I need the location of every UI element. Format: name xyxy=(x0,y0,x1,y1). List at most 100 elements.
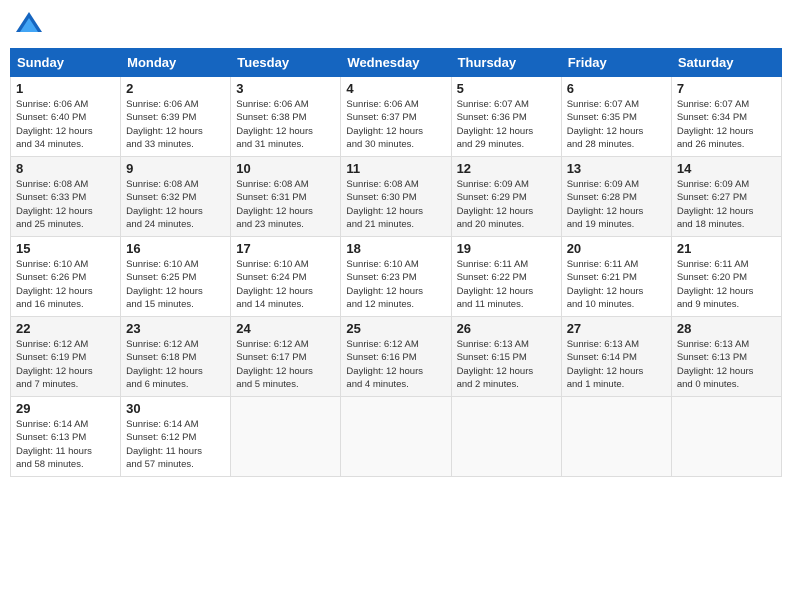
day-info: Sunrise: 6:09 AM Sunset: 6:27 PM Dayligh… xyxy=(677,179,754,230)
day-info: Sunrise: 6:06 AM Sunset: 6:40 PM Dayligh… xyxy=(16,99,93,150)
calendar-cell: 28 Sunrise: 6:13 AM Sunset: 6:13 PM Dayl… xyxy=(671,317,781,397)
calendar-cell: 25 Sunrise: 6:12 AM Sunset: 6:16 PM Dayl… xyxy=(341,317,451,397)
calendar-cell: 24 Sunrise: 6:12 AM Sunset: 6:17 PM Dayl… xyxy=(231,317,341,397)
day-number: 24 xyxy=(236,321,335,336)
day-info: Sunrise: 6:11 AM Sunset: 6:22 PM Dayligh… xyxy=(457,259,534,310)
day-header-tuesday: Tuesday xyxy=(231,49,341,77)
calendar-week-3: 15 Sunrise: 6:10 AM Sunset: 6:26 PM Dayl… xyxy=(11,237,782,317)
calendar-cell: 29 Sunrise: 6:14 AM Sunset: 6:13 PM Dayl… xyxy=(11,397,121,477)
day-header-thursday: Thursday xyxy=(451,49,561,77)
day-number: 29 xyxy=(16,401,115,416)
day-info: Sunrise: 6:12 AM Sunset: 6:18 PM Dayligh… xyxy=(126,339,203,390)
day-number: 3 xyxy=(236,81,335,96)
day-info: Sunrise: 6:14 AM Sunset: 6:13 PM Dayligh… xyxy=(16,419,92,470)
calendar-cell xyxy=(561,397,671,477)
calendar-cell: 20 Sunrise: 6:11 AM Sunset: 6:21 PM Dayl… xyxy=(561,237,671,317)
day-number: 16 xyxy=(126,241,225,256)
calendar-cell: 9 Sunrise: 6:08 AM Sunset: 6:32 PM Dayli… xyxy=(121,157,231,237)
day-info: Sunrise: 6:10 AM Sunset: 6:24 PM Dayligh… xyxy=(236,259,313,310)
day-info: Sunrise: 6:14 AM Sunset: 6:12 PM Dayligh… xyxy=(126,419,202,470)
day-info: Sunrise: 6:09 AM Sunset: 6:28 PM Dayligh… xyxy=(567,179,644,230)
calendar-cell: 11 Sunrise: 6:08 AM Sunset: 6:30 PM Dayl… xyxy=(341,157,451,237)
day-number: 11 xyxy=(346,161,445,176)
calendar-table: SundayMondayTuesdayWednesdayThursdayFrid… xyxy=(10,48,782,477)
day-info: Sunrise: 6:06 AM Sunset: 6:38 PM Dayligh… xyxy=(236,99,313,150)
calendar-cell xyxy=(671,397,781,477)
calendar-cell: 27 Sunrise: 6:13 AM Sunset: 6:14 PM Dayl… xyxy=(561,317,671,397)
day-number: 21 xyxy=(677,241,776,256)
day-number: 14 xyxy=(677,161,776,176)
calendar-cell: 30 Sunrise: 6:14 AM Sunset: 6:12 PM Dayl… xyxy=(121,397,231,477)
day-info: Sunrise: 6:12 AM Sunset: 6:17 PM Dayligh… xyxy=(236,339,313,390)
day-info: Sunrise: 6:10 AM Sunset: 6:23 PM Dayligh… xyxy=(346,259,423,310)
calendar-week-4: 22 Sunrise: 6:12 AM Sunset: 6:19 PM Dayl… xyxy=(11,317,782,397)
day-number: 2 xyxy=(126,81,225,96)
day-number: 8 xyxy=(16,161,115,176)
calendar-week-2: 8 Sunrise: 6:08 AM Sunset: 6:33 PM Dayli… xyxy=(11,157,782,237)
day-number: 10 xyxy=(236,161,335,176)
day-info: Sunrise: 6:08 AM Sunset: 6:31 PM Dayligh… xyxy=(236,179,313,230)
calendar-cell: 3 Sunrise: 6:06 AM Sunset: 6:38 PM Dayli… xyxy=(231,77,341,157)
day-info: Sunrise: 6:07 AM Sunset: 6:36 PM Dayligh… xyxy=(457,99,534,150)
calendar-header-row: SundayMondayTuesdayWednesdayThursdayFrid… xyxy=(11,49,782,77)
calendar-cell: 19 Sunrise: 6:11 AM Sunset: 6:22 PM Dayl… xyxy=(451,237,561,317)
calendar-week-1: 1 Sunrise: 6:06 AM Sunset: 6:40 PM Dayli… xyxy=(11,77,782,157)
day-info: Sunrise: 6:11 AM Sunset: 6:20 PM Dayligh… xyxy=(677,259,754,310)
day-info: Sunrise: 6:11 AM Sunset: 6:21 PM Dayligh… xyxy=(567,259,644,310)
calendar-cell: 4 Sunrise: 6:06 AM Sunset: 6:37 PM Dayli… xyxy=(341,77,451,157)
day-number: 5 xyxy=(457,81,556,96)
calendar-cell xyxy=(231,397,341,477)
day-info: Sunrise: 6:08 AM Sunset: 6:32 PM Dayligh… xyxy=(126,179,203,230)
calendar-cell: 7 Sunrise: 6:07 AM Sunset: 6:34 PM Dayli… xyxy=(671,77,781,157)
day-info: Sunrise: 6:13 AM Sunset: 6:13 PM Dayligh… xyxy=(677,339,754,390)
day-info: Sunrise: 6:06 AM Sunset: 6:37 PM Dayligh… xyxy=(346,99,423,150)
calendar-cell xyxy=(451,397,561,477)
calendar-cell: 15 Sunrise: 6:10 AM Sunset: 6:26 PM Dayl… xyxy=(11,237,121,317)
day-info: Sunrise: 6:13 AM Sunset: 6:15 PM Dayligh… xyxy=(457,339,534,390)
day-number: 19 xyxy=(457,241,556,256)
day-number: 23 xyxy=(126,321,225,336)
day-number: 22 xyxy=(16,321,115,336)
calendar-cell: 16 Sunrise: 6:10 AM Sunset: 6:25 PM Dayl… xyxy=(121,237,231,317)
day-number: 7 xyxy=(677,81,776,96)
day-info: Sunrise: 6:12 AM Sunset: 6:19 PM Dayligh… xyxy=(16,339,93,390)
calendar-cell: 8 Sunrise: 6:08 AM Sunset: 6:33 PM Dayli… xyxy=(11,157,121,237)
page-header xyxy=(10,10,782,40)
day-number: 26 xyxy=(457,321,556,336)
calendar-cell: 21 Sunrise: 6:11 AM Sunset: 6:20 PM Dayl… xyxy=(671,237,781,317)
calendar-cell: 12 Sunrise: 6:09 AM Sunset: 6:29 PM Dayl… xyxy=(451,157,561,237)
day-info: Sunrise: 6:08 AM Sunset: 6:33 PM Dayligh… xyxy=(16,179,93,230)
day-number: 6 xyxy=(567,81,666,96)
calendar-cell xyxy=(341,397,451,477)
day-info: Sunrise: 6:06 AM Sunset: 6:39 PM Dayligh… xyxy=(126,99,203,150)
calendar-cell: 23 Sunrise: 6:12 AM Sunset: 6:18 PM Dayl… xyxy=(121,317,231,397)
day-header-wednesday: Wednesday xyxy=(341,49,451,77)
day-header-friday: Friday xyxy=(561,49,671,77)
day-number: 4 xyxy=(346,81,445,96)
day-info: Sunrise: 6:10 AM Sunset: 6:25 PM Dayligh… xyxy=(126,259,203,310)
day-number: 20 xyxy=(567,241,666,256)
calendar-cell: 22 Sunrise: 6:12 AM Sunset: 6:19 PM Dayl… xyxy=(11,317,121,397)
logo-icon xyxy=(14,10,44,40)
calendar-cell: 2 Sunrise: 6:06 AM Sunset: 6:39 PM Dayli… xyxy=(121,77,231,157)
day-info: Sunrise: 6:07 AM Sunset: 6:35 PM Dayligh… xyxy=(567,99,644,150)
day-number: 30 xyxy=(126,401,225,416)
day-header-sunday: Sunday xyxy=(11,49,121,77)
day-info: Sunrise: 6:07 AM Sunset: 6:34 PM Dayligh… xyxy=(677,99,754,150)
day-number: 17 xyxy=(236,241,335,256)
calendar-cell: 18 Sunrise: 6:10 AM Sunset: 6:23 PM Dayl… xyxy=(341,237,451,317)
calendar-cell: 26 Sunrise: 6:13 AM Sunset: 6:15 PM Dayl… xyxy=(451,317,561,397)
day-number: 18 xyxy=(346,241,445,256)
day-number: 15 xyxy=(16,241,115,256)
day-number: 25 xyxy=(346,321,445,336)
day-info: Sunrise: 6:13 AM Sunset: 6:14 PM Dayligh… xyxy=(567,339,644,390)
calendar-cell: 13 Sunrise: 6:09 AM Sunset: 6:28 PM Dayl… xyxy=(561,157,671,237)
day-number: 1 xyxy=(16,81,115,96)
day-header-monday: Monday xyxy=(121,49,231,77)
day-number: 28 xyxy=(677,321,776,336)
day-number: 27 xyxy=(567,321,666,336)
calendar-cell: 17 Sunrise: 6:10 AM Sunset: 6:24 PM Dayl… xyxy=(231,237,341,317)
day-number: 9 xyxy=(126,161,225,176)
day-info: Sunrise: 6:08 AM Sunset: 6:30 PM Dayligh… xyxy=(346,179,423,230)
calendar-cell: 5 Sunrise: 6:07 AM Sunset: 6:36 PM Dayli… xyxy=(451,77,561,157)
